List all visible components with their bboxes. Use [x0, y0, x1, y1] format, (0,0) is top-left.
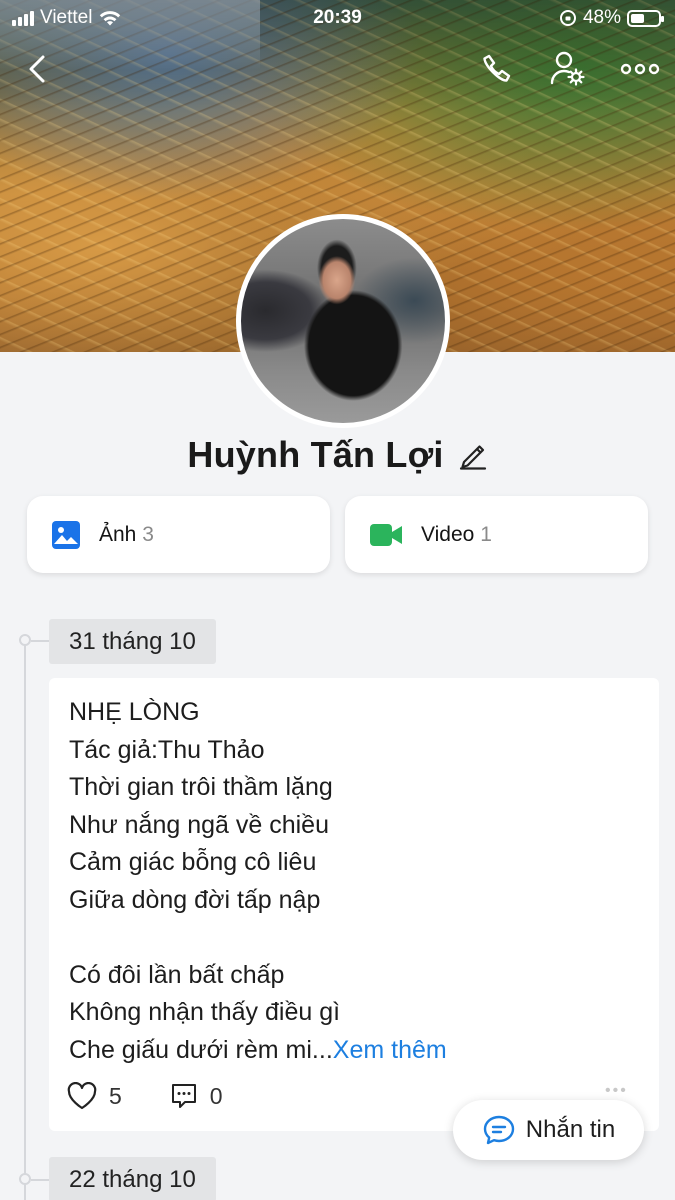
timeline-date: 31 tháng 10 — [49, 619, 216, 664]
videos-card[interactable]: Video 1 — [345, 496, 648, 573]
timeline-connector — [31, 640, 49, 642]
chevron-left-icon — [29, 55, 45, 83]
timeline-post[interactable]: NHẸ LÒNG Tác giả:Thu Thảo Thời gian trôi… — [49, 678, 659, 1131]
like-count: 5 — [109, 1082, 122, 1109]
post-line: Cảm giác bỗng cô liêu — [69, 848, 317, 876]
timeline-connector — [31, 1179, 49, 1181]
profile-name-row: Huỳnh Tấn Lợi — [0, 432, 675, 478]
photos-label: Ảnh — [99, 522, 137, 546]
post-line: Tác giả:Thu Thảo — [69, 735, 265, 764]
battery-icon — [627, 9, 664, 27]
videos-count: 1 — [480, 522, 492, 546]
more-button[interactable] — [618, 54, 662, 84]
call-button[interactable] — [478, 50, 516, 88]
post-line: Như nắng ngã về chiều — [69, 810, 329, 839]
edit-pencil-icon[interactable] — [458, 440, 488, 470]
image-icon — [52, 520, 80, 549]
post-line: Có đôi lần bất chấp — [69, 960, 285, 989]
status-right: 48% — [559, 7, 664, 29]
back-button[interactable] — [20, 52, 54, 86]
timeline-dot — [19, 1173, 31, 1185]
comment-icon — [171, 1084, 196, 1108]
post-line: NHẸ LÒNG — [69, 698, 200, 726]
post-text: NHẸ LÒNG Tác giả:Thu Thảo Thời gian trôi… — [69, 694, 639, 1069]
avatar[interactable] — [236, 214, 450, 428]
videos-label-group: Video 1 — [421, 523, 492, 547]
orientation-lock-icon — [559, 10, 576, 26]
message-button[interactable]: Nhắn tin — [453, 1100, 644, 1160]
timeline-date: 22 tháng 10 — [49, 1157, 216, 1200]
post-line: Thời gian trôi thầm lặng — [69, 773, 333, 801]
see-more-link[interactable]: Xem thêm — [333, 1036, 447, 1064]
chat-bubble-icon — [483, 1115, 514, 1145]
more-dots-icon — [620, 63, 660, 75]
profile-settings-button[interactable] — [548, 48, 588, 88]
post-more-icon[interactable]: ••• — [605, 1082, 628, 1100]
timeline-line — [24, 640, 26, 1200]
message-button-label: Nhắn tin — [525, 1116, 616, 1143]
timeline-dot — [19, 634, 31, 646]
post-actions: 5 0 — [67, 1082, 223, 1110]
phone-icon — [483, 54, 511, 82]
photos-label-group: Ảnh 3 — [99, 523, 154, 547]
battery-percent: 48% — [582, 7, 621, 28]
status-bar: Viettel 20:39 48% — [0, 0, 675, 36]
like-button[interactable]: 5 — [67, 1082, 122, 1110]
post-line: Giữa dòng đời tấp nập — [69, 885, 321, 914]
videos-label: Video — [421, 522, 475, 546]
comment-count: 0 — [209, 1082, 223, 1109]
heart-icon — [67, 1082, 97, 1110]
user-settings-icon — [550, 51, 585, 86]
post-line-text: Che giấu dưới rèm mi... — [69, 1035, 333, 1064]
photos-count: 3 — [142, 522, 154, 546]
video-camera-icon — [370, 523, 402, 546]
post-line — [69, 919, 639, 957]
photos-card[interactable]: Ảnh 3 — [27, 496, 330, 573]
profile-name: Huỳnh Tấn Lợi — [187, 434, 444, 475]
post-line-last: Che giấu dưới rèm mi...Xem thêm — [69, 1032, 639, 1070]
post-line: Không nhận thấy điều gì — [69, 998, 341, 1026]
comment-button[interactable]: 0 — [170, 1082, 223, 1110]
